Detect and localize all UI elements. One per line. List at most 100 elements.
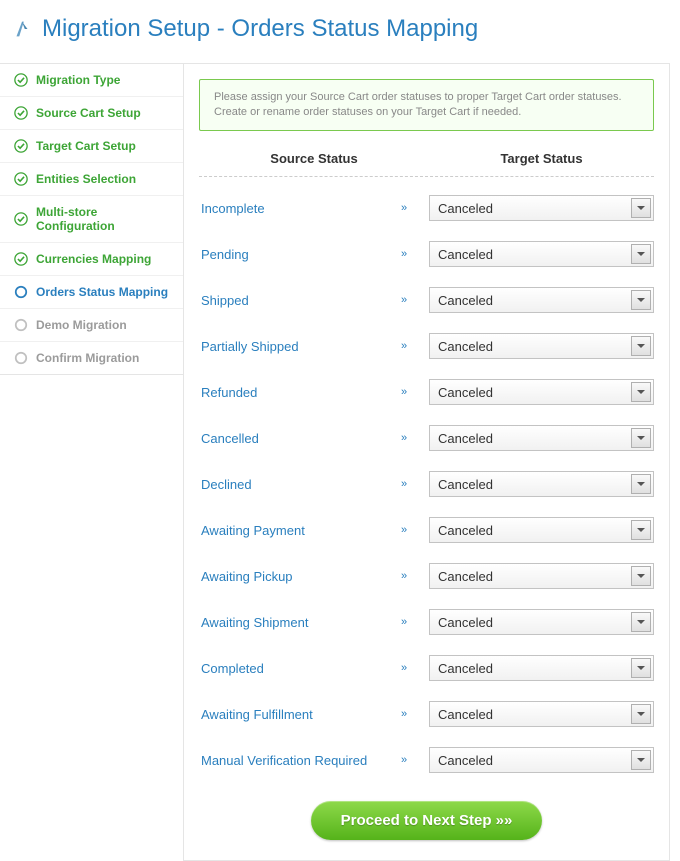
check-circle-icon — [14, 212, 28, 226]
arrow-icon: » — [379, 754, 429, 766]
sidebar-step-0[interactable]: Migration Type — [0, 64, 183, 97]
sidebar-step-label: Migration Type — [36, 73, 120, 87]
sidebar-step-8: Confirm Migration — [0, 342, 183, 374]
chevron-down-icon[interactable] — [631, 474, 651, 494]
source-status-label: Declined — [199, 477, 379, 492]
source-status-label: Manual Verification Required — [199, 753, 379, 768]
chevron-down-icon[interactable] — [631, 658, 651, 678]
arrow-icon: » — [379, 662, 429, 674]
arrow-icon: » — [379, 570, 429, 582]
arrow-icon: » — [379, 294, 429, 306]
chevron-down-icon[interactable] — [631, 198, 651, 218]
app-logo-icon — [10, 17, 34, 41]
target-status-value: Canceled — [438, 293, 493, 308]
sidebar-step-5[interactable]: Currencies Mapping — [0, 243, 183, 276]
check-circle-icon — [14, 172, 28, 186]
target-status-value: Canceled — [438, 385, 493, 400]
source-status-label: Awaiting Shipment — [199, 615, 379, 630]
sidebar-step-label: Orders Status Mapping — [36, 285, 168, 299]
target-status-select[interactable]: Canceled — [429, 425, 654, 451]
mapping-table-header: Source Status Target Status — [199, 145, 654, 177]
chevron-down-icon[interactable] — [631, 428, 651, 448]
mapping-row: Awaiting Payment»Canceled — [199, 507, 654, 553]
target-status-select[interactable]: Canceled — [429, 241, 654, 267]
target-status-value: Canceled — [438, 201, 493, 216]
chevron-down-icon[interactable] — [631, 520, 651, 540]
target-status-select[interactable]: Canceled — [429, 609, 654, 635]
source-status-label: Incomplete — [199, 201, 379, 216]
target-status-select[interactable]: Canceled — [429, 701, 654, 727]
column-header-source: Source Status — [199, 151, 429, 166]
sidebar-step-6[interactable]: Orders Status Mapping — [0, 276, 184, 309]
sidebar-step-1[interactable]: Source Cart Setup — [0, 97, 183, 130]
source-status-label: Awaiting Fulfillment — [199, 707, 379, 722]
column-header-target: Target Status — [429, 151, 654, 166]
wizard-sidebar: Migration Type Source Cart Setup Target Ca… — [0, 63, 184, 375]
chevron-down-icon[interactable] — [631, 382, 651, 402]
check-circle-icon — [14, 73, 28, 87]
arrow-icon: » — [379, 524, 429, 536]
chevron-down-icon[interactable] — [631, 750, 651, 770]
pending-step-icon — [14, 351, 28, 365]
target-status-value: Canceled — [438, 661, 493, 676]
page-title: Migration Setup - Orders Status Mapping — [42, 15, 478, 43]
proceed-button[interactable]: Proceed to Next Step »» — [311, 801, 543, 840]
arrow-icon: » — [379, 202, 429, 214]
arrow-icon: » — [379, 386, 429, 398]
sidebar-step-3[interactable]: Entities Selection — [0, 163, 183, 196]
current-step-icon — [14, 285, 28, 299]
target-status-select[interactable]: Canceled — [429, 517, 654, 543]
sidebar-step-label: Confirm Migration — [36, 351, 139, 365]
source-status-label: Pending — [199, 247, 379, 262]
chevron-down-icon[interactable] — [631, 612, 651, 632]
sidebar-step-label: Source Cart Setup — [36, 106, 141, 120]
sidebar-step-4[interactable]: Multi-store Configuration — [0, 196, 183, 243]
mapping-row: Shipped» Canceled — [199, 277, 654, 323]
mapping-row: Declined»Canceled — [199, 461, 654, 507]
check-circle-icon — [14, 139, 28, 153]
chevron-down-icon[interactable] — [631, 290, 651, 310]
chevron-down-icon[interactable] — [631, 244, 651, 264]
source-status-label: Partially Shipped — [199, 339, 379, 354]
source-status-label: Completed — [199, 661, 379, 676]
target-status-select[interactable]: Canceled — [429, 195, 654, 221]
chevron-down-icon[interactable] — [631, 336, 651, 356]
target-status-value: Canceled — [438, 431, 493, 446]
target-status-value: Canceled — [438, 247, 493, 262]
info-line-1: Please assign your Source Cart order sta… — [214, 90, 639, 105]
mapping-rows: Incomplete»CanceledPending»CanceledShipp… — [199, 185, 654, 783]
check-circle-icon — [14, 252, 28, 266]
target-status-select[interactable]: Canceled — [429, 333, 654, 359]
sidebar-step-label: Currencies Mapping — [36, 252, 151, 266]
source-status-label: Cancelled — [199, 431, 379, 446]
target-status-select[interactable]: Canceled — [429, 655, 654, 681]
target-status-value: Canceled — [438, 615, 493, 630]
arrow-icon: » — [379, 708, 429, 720]
target-status-select[interactable]: Canceled — [429, 287, 654, 313]
target-status-select[interactable]: Canceled — [429, 563, 654, 589]
target-status-value: Canceled — [438, 753, 493, 768]
target-status-value: Canceled — [438, 477, 493, 492]
info-banner: Please assign your Source Cart order sta… — [199, 79, 654, 131]
arrow-icon: » — [379, 616, 429, 628]
chevron-down-icon[interactable] — [631, 566, 651, 586]
source-status-label: Shipped — [199, 293, 379, 308]
mapping-row: Awaiting Fulfillment» Canceled — [199, 691, 654, 737]
target-status-select[interactable]: Canceled — [429, 379, 654, 405]
source-status-label: Refunded — [199, 385, 379, 400]
target-status-value: Canceled — [438, 569, 493, 584]
arrow-icon: » — [379, 340, 429, 352]
target-status-select[interactable]: Canceled — [429, 747, 654, 773]
sidebar-step-2[interactable]: Target Cart Setup — [0, 130, 183, 163]
target-status-select[interactable]: Canceled — [429, 471, 654, 497]
main-panel: Please assign your Source Cart order sta… — [183, 63, 670, 861]
arrow-icon: » — [379, 432, 429, 444]
arrow-icon: » — [379, 248, 429, 260]
mapping-row: Partially Shipped»Canceled — [199, 323, 654, 369]
sidebar-step-label: Entities Selection — [36, 172, 136, 186]
mapping-row: Awaiting Shipment» Canceled — [199, 599, 654, 645]
source-status-label: Awaiting Payment — [199, 523, 379, 538]
chevron-down-icon[interactable] — [631, 704, 651, 724]
target-status-value: Canceled — [438, 707, 493, 722]
mapping-row: Refunded» Canceled — [199, 369, 654, 415]
